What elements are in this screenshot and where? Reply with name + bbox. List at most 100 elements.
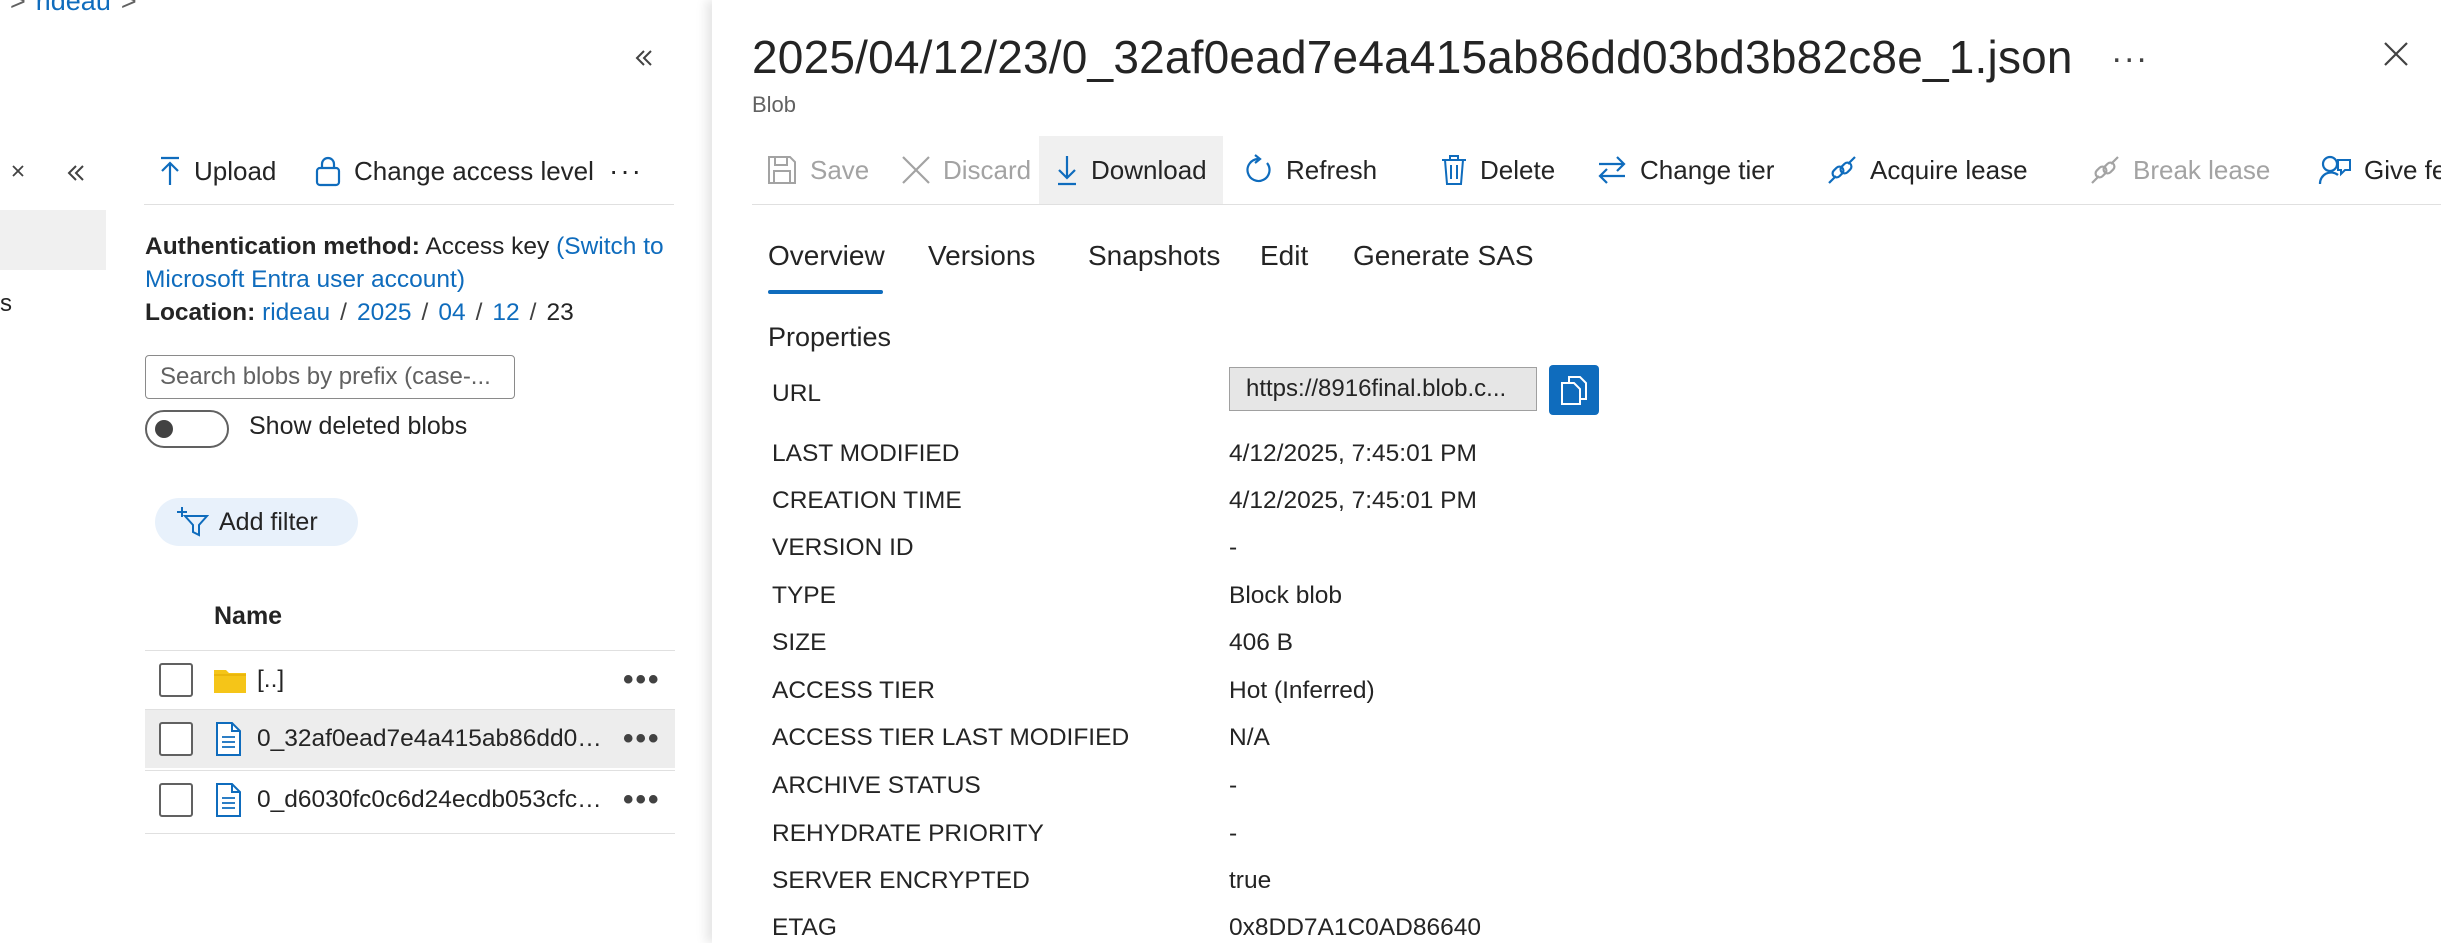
row-name[interactable]: 0_32af0ead7e4a415ab86dd03... — [257, 725, 607, 753]
download-button[interactable]: Download — [1039, 136, 1223, 204]
property-value: - — [1229, 772, 1238, 799]
row-checkbox[interactable] — [159, 663, 193, 697]
change-tier-button[interactable]: Change tier — [1596, 136, 1774, 204]
search-blobs-input[interactable]: Search blobs by prefix (case-... — [145, 355, 515, 399]
switch-auth-link-cont[interactable]: Microsoft Entra user account) — [145, 263, 685, 296]
location-separator: / — [475, 299, 483, 326]
file-icon — [213, 722, 243, 756]
save-button[interactable]: Save — [766, 136, 869, 204]
tab-versions[interactable]: Versions — [928, 240, 1035, 272]
delete-button[interactable]: Delete — [1440, 136, 1555, 204]
save-icon — [766, 154, 810, 186]
add-filter-label: Add filter — [219, 507, 318, 536]
tab-edit[interactable]: Edit — [1260, 240, 1308, 272]
feedback-label: Give feedback — [2364, 154, 2441, 185]
property-key: URL — [772, 380, 822, 407]
swap-icon — [1596, 155, 1640, 185]
url-field[interactable]: https://8916final.blob.c... — [1229, 367, 1537, 411]
property-value: true — [1229, 867, 1272, 894]
property-value: N/A — [1229, 724, 1270, 751]
change-access-level-button[interactable]: Change access level — [314, 148, 594, 194]
blob-toolbar: Save Discard Download Refresh Delete Cha… — [752, 136, 2441, 205]
breadcrumb-item-rideau[interactable]: rideau — [36, 0, 111, 16]
breadcrumb-separator: > — [10, 0, 26, 16]
row-checkbox[interactable] — [159, 722, 193, 756]
upload-button[interactable]: Upload — [158, 148, 276, 194]
download-label: Download — [1091, 154, 1207, 185]
download-icon — [1055, 154, 1091, 186]
blob-list-pane: > rideau > s Upload Change access level ··… — [0, 0, 712, 943]
property-key: ARCHIVE STATUS — [772, 772, 981, 799]
name-column-header[interactable]: Name — [214, 602, 282, 631]
nav-item-selected[interactable] — [0, 210, 106, 270]
row-checkbox[interactable] — [159, 783, 193, 817]
nav-item-label[interactable]: s — [0, 290, 12, 318]
toggle-knob — [155, 420, 173, 438]
panel-more-button[interactable]: ... — [2112, 32, 2149, 71]
give-feedback-button[interactable]: Give feedback — [2318, 136, 2441, 204]
delete-label: Delete — [1480, 154, 1556, 185]
discard-button[interactable]: Discard — [901, 136, 1031, 204]
property-value: - — [1229, 534, 1238, 561]
row-more-button[interactable]: ••• — [623, 722, 661, 756]
row-more-button[interactable]: ••• — [623, 783, 661, 817]
panel-title: 2025/04/12/23/0_32af0ead7e4a415ab86dd03b… — [752, 31, 2073, 83]
blob-list-toolbar: Upload Change access level ··· — [144, 148, 674, 205]
property-key: ACCESS TIER — [772, 677, 935, 704]
refresh-icon — [1242, 154, 1286, 186]
location-part[interactable]: rideau — [262, 299, 330, 326]
property-value: Hot (Inferred) — [1229, 677, 1375, 704]
property-value: 4/12/2025, 7:45:01 PM — [1229, 440, 1477, 467]
property-value: 0x8DD7A1C0AD86640 — [1229, 914, 1481, 941]
location-separator: / — [529, 299, 537, 326]
trash-icon — [1440, 154, 1480, 186]
panel-subtitle: Blob — [752, 92, 797, 117]
copy-url-button[interactable] — [1549, 365, 1599, 415]
broken-link-icon — [2089, 154, 2133, 186]
folder-icon — [213, 666, 247, 694]
collapse-nav-icon[interactable] — [65, 162, 87, 184]
upload-label: Upload — [194, 155, 277, 186]
property-value: Block blob — [1229, 582, 1343, 609]
refresh-button[interactable]: Refresh — [1242, 136, 1377, 204]
add-filter-button[interactable]: Add filter — [155, 498, 358, 546]
show-deleted-toggle[interactable] — [145, 410, 229, 448]
location-separator: / — [421, 299, 429, 326]
properties-heading: Properties — [768, 322, 892, 352]
close-icon — [2382, 40, 2410, 68]
tab-snapshots[interactable]: Snapshots — [1088, 240, 1220, 272]
tab-overview[interactable]: Overview — [768, 240, 885, 272]
table-row[interactable]: [..] ••• — [145, 651, 675, 709]
property-key: SIZE — [772, 629, 827, 656]
more-actions-button[interactable]: ··· — [609, 148, 643, 194]
tab-generate-sas[interactable]: Generate SAS — [1353, 240, 1534, 272]
row-name[interactable]: 0_d6030fc0c6d24ecdb053cfc5... — [257, 786, 607, 814]
row-more-button[interactable]: ••• — [623, 663, 661, 697]
table-divider — [145, 833, 675, 834]
property-key: LAST MODIFIED — [772, 440, 960, 467]
auth-method-label: Authentication method: — [145, 233, 420, 260]
location-label: Location: — [145, 299, 256, 326]
switch-auth-link[interactable]: (Switch to — [556, 233, 664, 260]
location-part[interactable]: 12 — [492, 299, 519, 326]
location-part-current: 23 — [546, 299, 574, 326]
property-value: 4/12/2025, 7:45:01 PM — [1229, 487, 1477, 514]
table-row[interactable]: 0_d6030fc0c6d24ecdb053cfc5... ••• — [145, 771, 675, 829]
auth-info: Authentication method: Access key (Switc… — [145, 230, 685, 329]
break-lease-button[interactable]: Break lease — [2089, 136, 2270, 204]
show-deleted-label: Show deleted blobs — [249, 412, 468, 440]
close-panel-button[interactable] — [2382, 40, 2410, 68]
property-key: CREATION TIME — [772, 487, 962, 514]
collapse-pane-icon[interactable] — [633, 47, 655, 69]
discard-icon — [901, 155, 943, 185]
acquire-lease-button[interactable]: Acquire lease — [1826, 136, 2028, 204]
property-key: TYPE — [772, 582, 836, 609]
location-part[interactable]: 04 — [438, 299, 465, 326]
row-name[interactable]: [..] — [257, 666, 607, 694]
location-separator: / — [340, 299, 347, 326]
close-icon[interactable] — [10, 163, 26, 179]
breadcrumb: > rideau > — [0, 0, 147, 17]
table-row-selected[interactable]: 0_32af0ead7e4a415ab86dd03... ••• — [145, 710, 675, 768]
location-part[interactable]: 2025 — [357, 299, 412, 326]
location-line: Location: rideau / 2025 / 04 / 12 / 23 — [145, 296, 685, 329]
